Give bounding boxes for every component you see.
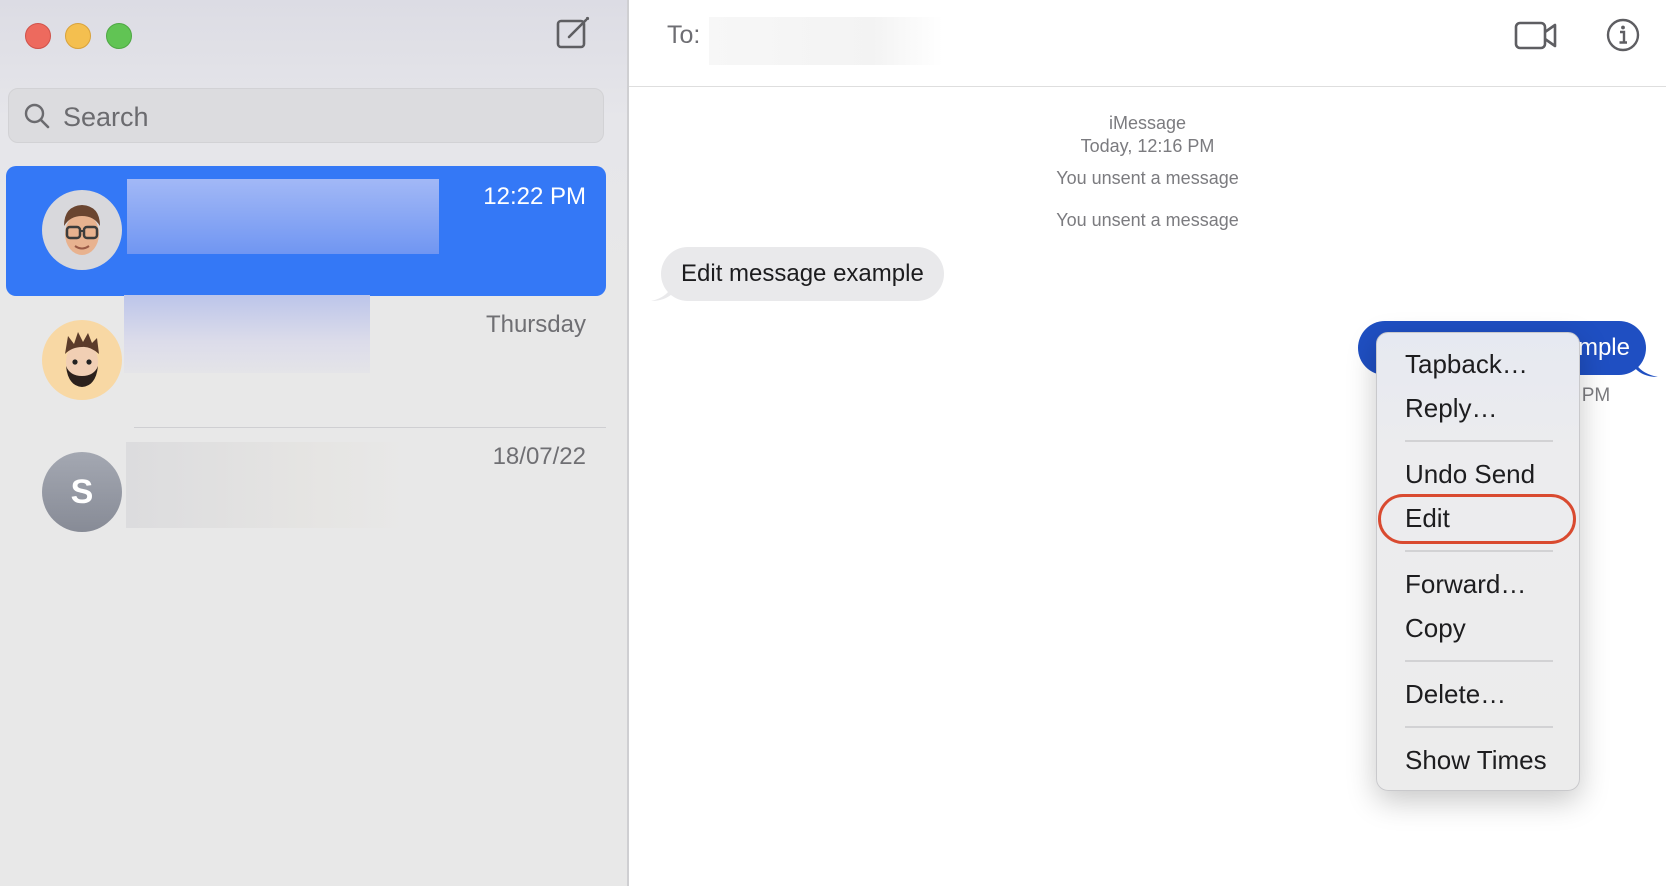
to-label: To: <box>667 21 701 49</box>
menu-item-reply[interactable]: Reply… <box>1405 393 1497 424</box>
context-menu: Tapback… Reply… Undo Send Edit Forward… … <box>1376 332 1580 791</box>
conversation-item[interactable]: S 18/07/22 <box>6 426 606 556</box>
bubble-tail <box>1634 359 1658 377</box>
received-message-text: Edit message example <box>681 260 924 287</box>
compose-icon[interactable] <box>555 15 591 51</box>
search-field[interactable] <box>8 88 604 143</box>
menu-separator <box>1405 440 1553 442</box>
maximize-window-button[interactable] <box>106 23 132 49</box>
memoji-glasses-icon <box>64 205 100 255</box>
received-message-bubble[interactable]: Edit message example <box>651 247 944 301</box>
conversation-time: 18/07/22 <box>492 443 586 470</box>
memoji-beard-icon <box>65 332 99 387</box>
info-icon[interactable] <box>1605 17 1641 53</box>
sent-message-text: mple <box>1577 334 1630 361</box>
close-window-button[interactable] <box>25 23 51 49</box>
conversation-time: 12:22 PM <box>483 183 586 210</box>
service-label: iMessage <box>1108 113 1187 133</box>
contact-name-redacted <box>124 295 370 373</box>
conversation-time: Thursday <box>485 311 586 338</box>
contact-name-redacted <box>127 179 439 254</box>
edit-highlight-annotation <box>1378 494 1576 544</box>
minimize-window-button[interactable] <box>65 23 91 49</box>
menu-separator <box>1405 726 1553 728</box>
timestamp-label: Today, 12:16 PM <box>1080 136 1215 156</box>
menu-item-delete[interactable]: Delete… <box>1405 679 1506 710</box>
avatar-initial: S <box>42 452 122 532</box>
conversation-item[interactable]: 12:22 PM <box>6 166 606 296</box>
menu-item-undo-send[interactable]: Undo Send <box>1405 459 1535 490</box>
search-icon <box>24 103 50 129</box>
menu-item-show-times[interactable]: Show Times <box>1405 745 1547 776</box>
bubble-tail <box>651 283 673 301</box>
unsent-notice: You unsent a message <box>1056 168 1239 188</box>
conversation-header: To: <box>629 0 1666 87</box>
recipient-field[interactable] <box>709 17 943 65</box>
menu-item-tapback[interactable]: Tapback… <box>1405 349 1528 380</box>
unsent-notice: You unsent a message <box>1056 210 1239 230</box>
sidebar: 12:22 PM Thursday S 18/07/22 <box>0 0 629 886</box>
avatar <box>42 190 122 270</box>
search-input[interactable] <box>61 97 585 137</box>
conversation-item[interactable]: Thursday <box>6 295 606 426</box>
menu-separator <box>1405 660 1553 662</box>
video-camera-icon[interactable] <box>1514 18 1558 54</box>
menu-item-forward[interactable]: Forward… <box>1405 569 1526 600</box>
contact-name-redacted <box>126 442 408 528</box>
avatar <box>42 320 122 400</box>
menu-separator <box>1405 550 1553 552</box>
menu-item-copy[interactable]: Copy <box>1405 613 1466 644</box>
